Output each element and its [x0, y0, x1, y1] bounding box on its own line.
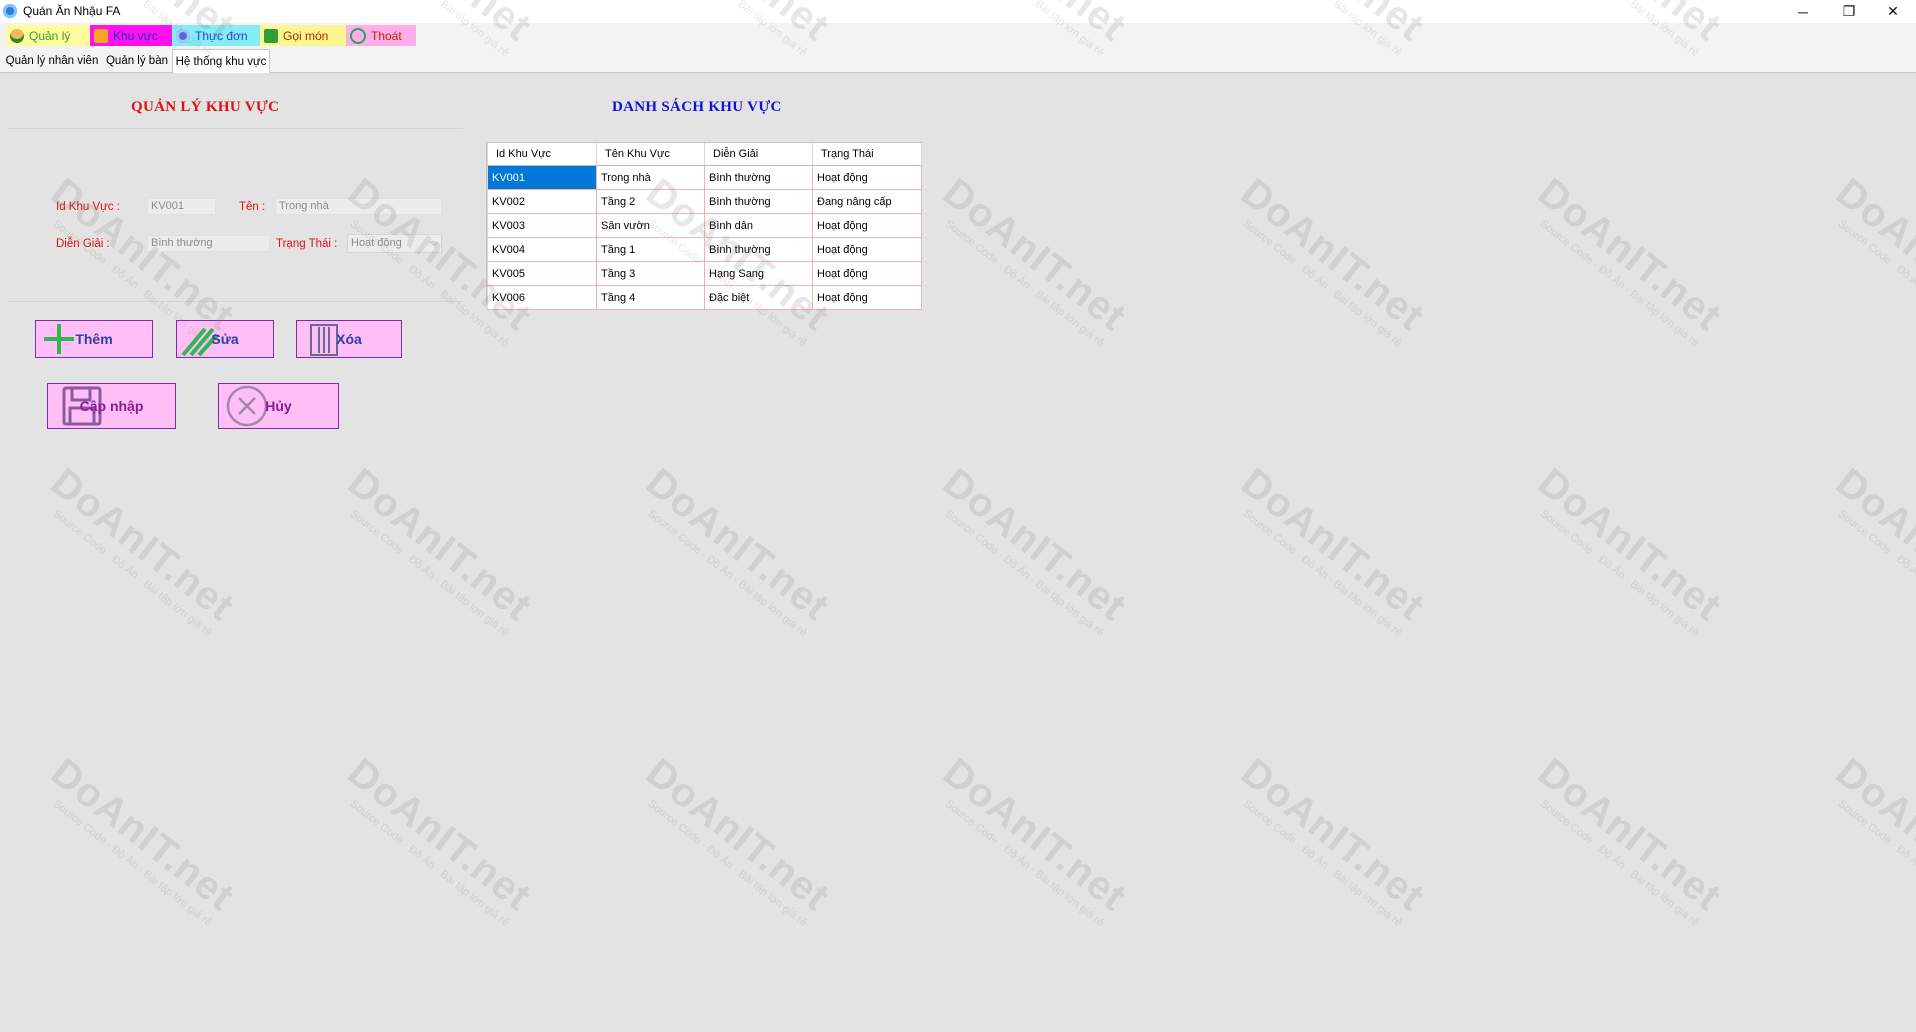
- column-header[interactable]: Tên Khu Vực: [596, 143, 705, 166]
- update-button-label: Cập nhập: [79, 398, 144, 414]
- table-row[interactable]: KV004 Tầng 1 Bình thường Hoạt động: [487, 237, 922, 262]
- cancel-button[interactable]: Hủy: [218, 383, 339, 429]
- table-cell[interactable]: Bình thường: [704, 165, 813, 190]
- order-icon: [264, 28, 278, 43]
- update-button[interactable]: Cập nhập: [47, 383, 176, 429]
- id-label: Id Khu Vực :: [56, 201, 120, 213]
- column-header[interactable]: Id Khu Vực: [487, 143, 597, 166]
- tab-quan-ly-ban[interactable]: Quản lý bàn: [102, 51, 172, 71]
- table-cell[interactable]: Hoạt động: [812, 237, 922, 262]
- column-header[interactable]: Trạng Thái: [812, 143, 922, 166]
- form-heading: QUẢN LÝ KHU VỰC: [131, 99, 280, 115]
- tab-content: QUẢN LÝ KHU VỰC DANH SÁCH KHU VỰC Id Khu…: [3, 73, 1913, 1030]
- table-cell[interactable]: Sân vườn: [596, 213, 705, 238]
- table-row[interactable]: KV002 Tầng 2 Bình thường Đang nâng cấp: [487, 189, 922, 214]
- cancel-button-label: Hủy: [265, 398, 292, 414]
- table-cell[interactable]: Trong nhà: [596, 165, 705, 190]
- app-icon: [3, 4, 17, 18]
- plus-icon: [44, 324, 74, 354]
- table-cell[interactable]: Tầng 3: [596, 261, 705, 286]
- table-cell[interactable]: Bình thường: [704, 237, 813, 262]
- delete-button[interactable]: Xóa: [296, 320, 402, 358]
- name-label: Tên :: [239, 201, 266, 213]
- table-cell[interactable]: KV005: [487, 261, 597, 286]
- table-cell[interactable]: Hạng Sang: [704, 261, 813, 286]
- table-cell[interactable]: Bình dân: [704, 213, 813, 238]
- table-header-row: Id Khu Vực Tên Khu Vực Diễn Giải Trạng T…: [487, 143, 922, 166]
- edit-button[interactable]: Sửa: [176, 320, 274, 358]
- id-field[interactable]: KV001: [147, 198, 216, 215]
- table-cell[interactable]: Hoạt động: [812, 213, 922, 238]
- menu-item-thuc-don[interactable]: Thực đơn: [172, 25, 260, 46]
- add-button-label: Thêm: [75, 331, 113, 347]
- desc-field[interactable]: Bình thường: [147, 235, 270, 252]
- window-title: Quán Ăn Nhậu FA: [23, 4, 121, 18]
- menu-item-khu-vuc[interactable]: Khu vực: [90, 25, 172, 46]
- delete-button-label: Xóa: [336, 331, 362, 347]
- chevron-down-icon: ⌵: [430, 238, 438, 249]
- menu-item-label: Thực đơn: [195, 28, 248, 43]
- title-bar: Quán Ăn Nhậu FA ─ ❐ ✕: [0, 0, 1916, 23]
- table-cell[interactable]: Tầng 4: [596, 285, 705, 310]
- maximize-button[interactable]: ❐: [1826, 0, 1872, 23]
- table-row[interactable]: KV001 Trong nhà Bình thường Hoạt động: [487, 165, 922, 190]
- close-button[interactable]: ✕: [1870, 0, 1916, 23]
- tab-strip: Quản lý nhân viên Quản lý bàn Hệ thống k…: [0, 48, 1916, 73]
- menu-item-label: Gọi món: [283, 28, 329, 43]
- table-cell[interactable]: Hoạt động: [812, 261, 922, 286]
- cancel-circle-icon: [226, 385, 268, 427]
- edit-button-label: Sửa: [211, 331, 239, 347]
- table-cell[interactable]: KV002: [487, 189, 597, 214]
- minimize-button[interactable]: ─: [1780, 0, 1826, 23]
- table-row[interactable]: KV003 Sân vườn Bình dân Hoạt động: [487, 213, 922, 238]
- table-cell[interactable]: Bình thường: [704, 189, 813, 214]
- menu-item-thoat[interactable]: Thoát: [346, 25, 416, 46]
- menu-bar: Quản lý Khu vực Thực đơn Gọi món Thoát: [0, 23, 1916, 48]
- area-table: Id Khu Vực Tên Khu Vực Diễn Giải Trạng T…: [487, 143, 922, 310]
- table-cell[interactable]: Tầng 2: [596, 189, 705, 214]
- status-label: Trạng Thái :: [276, 238, 338, 250]
- table-cell[interactable]: KV006: [487, 285, 597, 310]
- status-select-value: Hoạt động: [351, 237, 402, 249]
- name-field[interactable]: Trong nhà: [275, 198, 442, 215]
- table-cell[interactable]: Đặc biệt: [704, 285, 813, 310]
- area-data-grid[interactable]: Id Khu Vực Tên Khu Vực Diễn Giải Trạng T…: [486, 142, 922, 310]
- table-cell[interactable]: KV004: [487, 237, 597, 262]
- menu-item-label: Thoát: [371, 28, 402, 43]
- list-heading: DANH SÁCH KHU VỰC: [612, 99, 782, 115]
- tab-he-thong-khu-vuc[interactable]: Hệ thống khu vực: [172, 49, 270, 73]
- tab-quan-ly-nhan-vien[interactable]: Quản lý nhân viên: [2, 51, 102, 71]
- user-icon: [10, 28, 24, 43]
- column-header[interactable]: Diễn Giải: [704, 143, 813, 166]
- menu-item-label: Khu vực: [113, 28, 158, 43]
- table-row[interactable]: KV005 Tầng 3 Hạng Sang Hoạt động: [487, 261, 922, 286]
- building-icon: [94, 28, 108, 43]
- table-row[interactable]: KV006 Tầng 4 Đặc biệt Hoạt động: [487, 285, 922, 310]
- menu-item-goi-mon[interactable]: Gọi món: [260, 25, 346, 46]
- desc-label: Diễn Giải :: [56, 238, 110, 250]
- menu-book-icon: [176, 28, 190, 43]
- table-cell[interactable]: KV003: [487, 213, 597, 238]
- menu-item-label: Quản lý: [29, 28, 71, 43]
- status-select[interactable]: Hoạt động ⌵: [347, 234, 442, 253]
- add-button[interactable]: Thêm: [35, 320, 153, 358]
- table-cell[interactable]: KV001: [487, 165, 597, 190]
- power-icon: [350, 27, 366, 44]
- form-panel: [8, 128, 463, 302]
- table-cell[interactable]: Tầng 1: [596, 237, 705, 262]
- table-cell[interactable]: Hoạt động: [812, 165, 922, 190]
- table-cell[interactable]: Hoạt động: [812, 285, 922, 310]
- table-cell[interactable]: Đang nâng cấp: [812, 189, 922, 214]
- menu-item-quan-ly[interactable]: Quản lý: [6, 25, 90, 46]
